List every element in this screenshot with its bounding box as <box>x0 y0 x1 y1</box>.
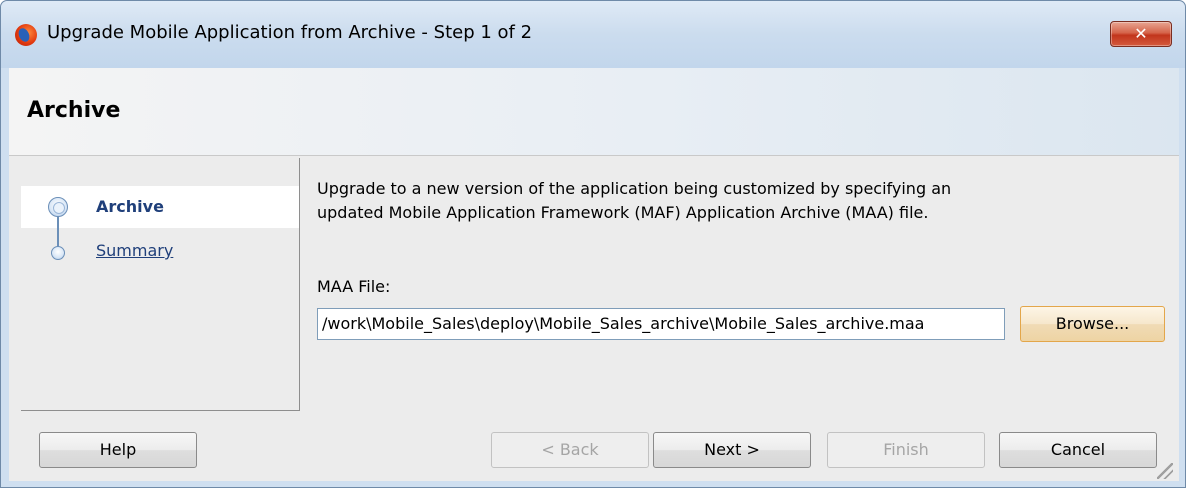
finish-button[interactable]: Finish <box>827 432 985 468</box>
maa-file-input[interactable]: /work\Mobile_Sales\deploy\Mobile_Sales_a… <box>317 308 1005 340</box>
step-navigation: Archive Summary <box>21 158 300 411</box>
next-button[interactable]: Next > <box>653 432 811 468</box>
description-text: Upgrade to a new version of the applicat… <box>317 179 952 222</box>
header-band: Archive <box>9 68 1179 156</box>
close-icon: ✕ <box>1134 24 1148 43</box>
maa-file-value: /work\Mobile_Sales\deploy\Mobile_Sales_a… <box>322 314 925 333</box>
cancel-button[interactable]: Cancel <box>999 432 1157 468</box>
app-logo-icon <box>15 24 37 46</box>
dialog-window: Upgrade Mobile Application from Archive … <box>0 0 1186 488</box>
close-button[interactable]: ✕ <box>1110 21 1172 47</box>
step-icon <box>51 246 65 260</box>
nav-item-summary-link[interactable]: Summary <box>96 241 173 260</box>
browse-button[interactable]: Browse... <box>1020 306 1165 342</box>
maa-file-label: MAA File: <box>317 277 391 296</box>
back-button[interactable]: < Back <box>491 432 649 468</box>
title-bar[interactable]: Upgrade Mobile Application from Archive … <box>1 1 1185 68</box>
help-button[interactable]: Help <box>39 432 197 468</box>
resize-grip-icon[interactable] <box>1157 463 1173 479</box>
window-title: Upgrade Mobile Application from Archive … <box>47 22 533 43</box>
nav-item-archive-label: Archive <box>96 197 164 216</box>
dialog-content: Archive Archive Summary Upgrade to a new… <box>9 68 1179 481</box>
page-title: Archive <box>27 98 121 123</box>
current-step-icon <box>48 197 68 217</box>
